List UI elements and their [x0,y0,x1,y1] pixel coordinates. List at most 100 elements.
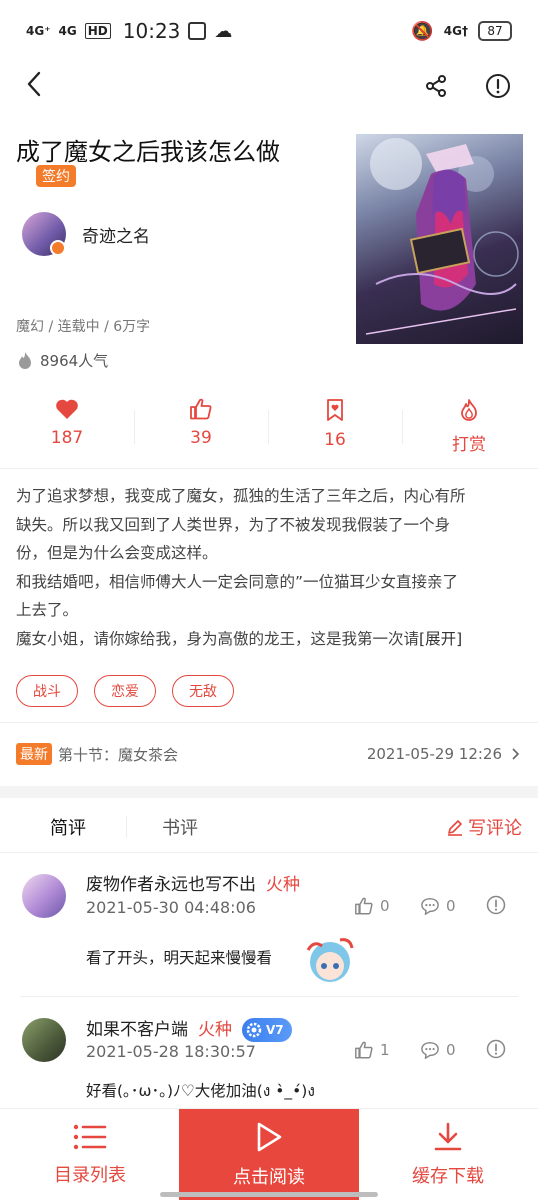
flame-icon [19,351,31,369]
commenter-name-row: 如果不客户端 火种 V7 [86,1015,292,1042]
list-icon [73,1124,107,1150]
vip-level: V7 [266,1023,284,1037]
download-icon [434,1122,462,1151]
alert-icon [486,1039,506,1059]
synopsis-line: 和我结婚吧，相信师傅大人一定会同意的”一位猫耳少女直接亲了 [16,572,459,591]
chevron-right-icon [512,748,520,760]
chat-bubble-icon [421,898,439,915]
share-icon [426,75,446,97]
latest-badge: 最新 [16,743,52,765]
write-review-label: 写评论 [468,818,522,839]
thumbs-up-stat[interactable]: 39 [134,398,268,468]
vip-badge: V7 [242,1018,292,1042]
heart-icon [56,399,78,419]
home-indicator[interactable] [160,1192,378,1197]
comment-report-button[interactable] [486,895,506,915]
commenter-avatar[interactable] [22,874,66,918]
thumbs-up-icon [355,897,373,915]
alert-icon [486,74,510,98]
battery-indicator: 87 [478,21,512,41]
comment-like-count: 0 [380,897,390,915]
comment-report-button[interactable] [486,1039,506,1059]
latest-chapter-row[interactable]: 最新 第十节：魔女茶会 2021-05-29 12:26 [16,740,522,768]
reward-stat[interactable]: 打赏 [402,398,536,468]
book-meta: 魔幻 / 连载中 / 6万字 [16,319,151,335]
book-cover[interactable] [356,134,523,344]
write-review-button[interactable]: 写评论 [446,814,522,840]
commenter-rank: 火种 [198,1020,232,1040]
flame-outline-icon [461,399,477,421]
synopsis-line: 上去了。 [16,601,79,619]
signal-indicator-1: 4G⁺ [26,24,51,38]
bookmark-heart-icon [327,399,343,421]
synopsis[interactable]: 为了追求梦想，我变成了魔女，孤独的生活了三年之后，内心有所 缺失。所以我又回到了… [16,482,526,653]
reward-label: 打赏 [452,435,486,455]
comment-date: 2021-05-30 04:48:06 [86,898,256,917]
comment-text: 看了开头，明天起来慢慢看 [86,949,273,967]
latest-chapter-title: 第十节：魔女茶会 [58,745,179,764]
tag-chip[interactable]: 无敌 [172,675,234,707]
download-button[interactable]: 缓存下载 [358,1109,538,1200]
favorite-stat[interactable]: 187 [0,398,134,468]
comment-like-button[interactable]: 1 [354,1041,390,1059]
cover-illustration [365,138,519,335]
chat-bubble-icon [421,1042,439,1059]
comment-like-button[interactable]: 0 [354,897,390,915]
back-arrow-icon [27,71,41,97]
tab-book-review[interactable]: 书评 [162,814,198,840]
signal-indicator-2: 4G [58,24,77,38]
divider [0,722,538,723]
read-button[interactable]: 点击阅读 [179,1109,359,1200]
comment-reply-count: 0 [446,897,456,915]
mute-icon: 🔕 [411,20,434,42]
commenter-name[interactable]: 如果不客户端 [86,1020,188,1040]
download-label: 缓存下载 [412,1166,484,1187]
thumbs-up-icon [190,398,212,420]
book-title: 成了魔女之后我该怎么做 [16,138,280,166]
popularity-text: 8964人气 [40,352,109,370]
hd-indicator: HD [84,23,111,39]
alipay-icon [188,22,207,40]
commenter-rank: 火种 [266,875,300,895]
report-button[interactable] [482,70,514,102]
author-name[interactable]: 奇迹之名 [82,222,150,247]
tab-short-review[interactable]: 简评 [50,814,86,840]
back-button[interactable] [18,68,50,100]
thumbs-up-icon [355,1041,373,1059]
share-button[interactable] [420,70,452,102]
author-verified-icon [50,240,66,256]
commenter-avatar[interactable] [22,1018,66,1062]
sticker-image [306,938,354,982]
stats-row: 187 39 16 打赏 [0,398,538,468]
cloud-icon: ☁ [214,20,233,42]
comment-reply-button[interactable]: 0 [420,1041,456,1059]
catalog-button[interactable]: 目录列表 [0,1109,180,1200]
alert-icon [486,895,506,915]
tag-chip[interactable]: 恋爱 [94,675,156,707]
commenter-name-row: 废物作者永远也写不出 火种 [86,870,300,895]
clock: 10:23 [122,19,181,43]
commenter-name[interactable]: 废物作者永远也写不出 [86,875,256,895]
play-icon [257,1122,282,1152]
comment-text: 好看(｡･ω･｡)ﾉ♡大佬加油(ง •̀_•́)ง [86,1082,315,1100]
comment-reply-count: 0 [446,1041,456,1059]
comment-date: 2021-05-28 18:30:57 [86,1042,256,1061]
expand-link[interactable]: [展开] [419,630,462,648]
divider [20,996,518,997]
bookmark-count: 16 [324,430,346,450]
bookmark-stat[interactable]: 16 [268,398,402,468]
section-gap [0,786,538,798]
bottom-action-bar: 目录列表 点击阅读 缓存下载 [0,1108,538,1200]
popularity: 8964人气 [16,350,108,371]
gear-icon [246,1022,262,1038]
top-bar [0,62,538,114]
read-label: 点击阅读 [233,1167,305,1188]
comment-reply-button[interactable]: 0 [420,897,456,915]
signed-badge: 签约 [36,165,76,187]
tab-divider [126,816,127,838]
synopsis-line: 份，但是为什么会变成这样。 [16,544,218,562]
tag-chip[interactable]: 战斗 [16,675,78,707]
thumbs-up-count: 39 [190,428,212,448]
divider [0,468,538,469]
pencil-icon [448,820,462,836]
